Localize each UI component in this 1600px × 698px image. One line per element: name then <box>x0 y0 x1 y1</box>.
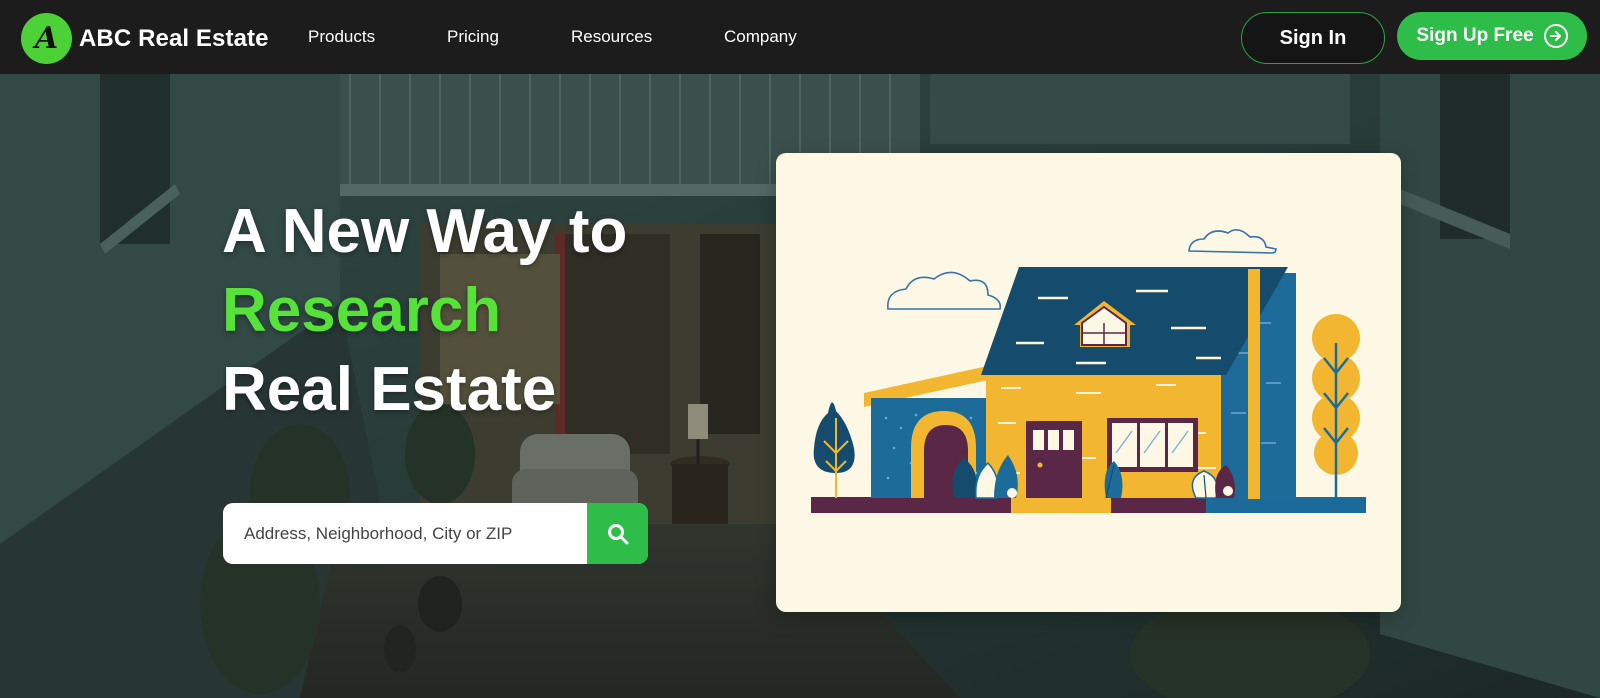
search-input[interactable] <box>223 503 587 564</box>
search-button[interactable] <box>587 503 648 564</box>
brand-logo[interactable]: A ABC Real Estate <box>21 13 269 64</box>
hero-heading: A New Way to Research Real Estate <box>222 192 627 429</box>
nav-link-resources[interactable]: Resources <box>571 27 652 47</box>
hero-section: A New Way to Research Real Estate <box>0 74 1600 698</box>
arrow-right-circle-icon <box>1543 24 1568 48</box>
nav-link-products[interactable]: Products <box>308 27 375 47</box>
nav-link-company[interactable]: Company <box>724 27 797 47</box>
search-icon <box>607 523 628 544</box>
hero-heading-line1: A New Way to <box>222 197 628 266</box>
sign-up-button[interactable]: Sign Up Free <box>1397 12 1587 60</box>
top-navigation: A ABC Real Estate Products Pricing Resou… <box>0 0 1600 74</box>
sign-up-label: Sign Up Free <box>1416 25 1534 46</box>
hero-heading-line3: Real Estate <box>222 355 557 424</box>
brand-name: ABC Real Estate <box>79 24 269 52</box>
sign-in-button[interactable]: Sign In <box>1241 12 1385 64</box>
search-bar <box>223 503 648 564</box>
house-illustration-card <box>776 153 1401 612</box>
sign-in-label: Sign In <box>1279 26 1347 49</box>
nav-link-pricing[interactable]: Pricing <box>447 27 499 47</box>
hero-heading-accent: Research <box>222 276 502 345</box>
logo-icon: A <box>21 13 72 64</box>
house-illustration <box>811 229 1366 513</box>
